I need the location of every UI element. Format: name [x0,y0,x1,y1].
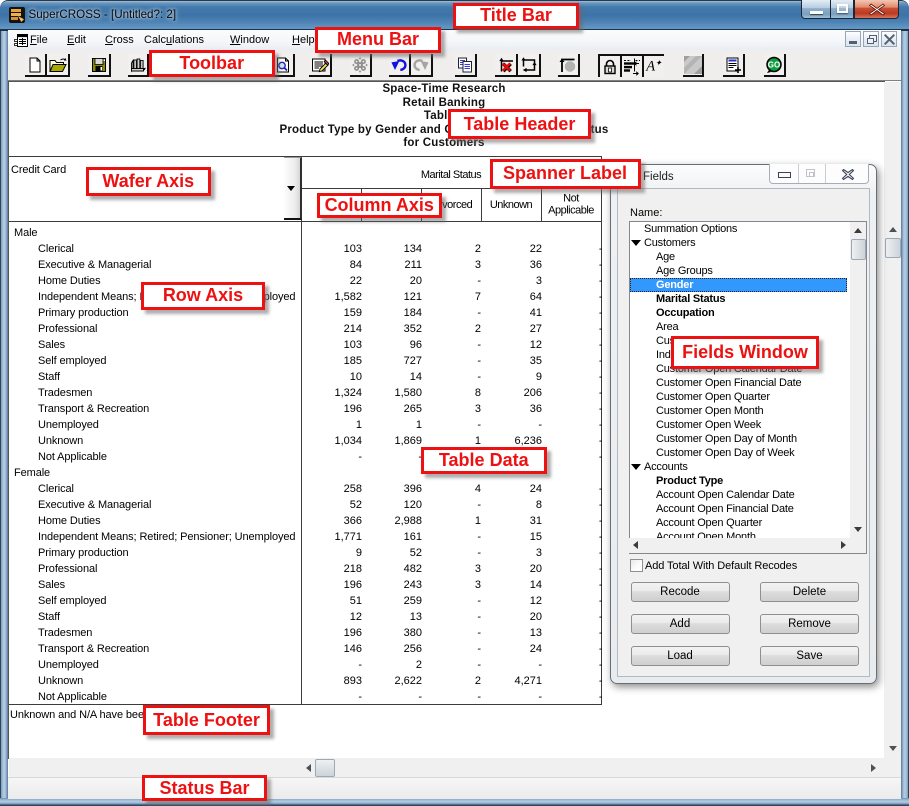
svg-text:GO: GO [768,60,780,69]
